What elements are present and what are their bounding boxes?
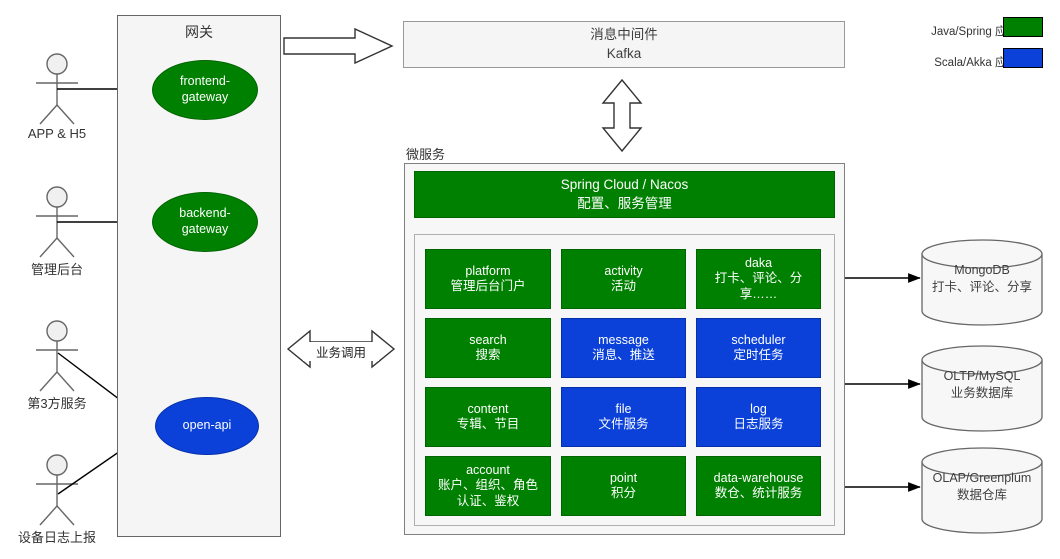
service-account-line3: 认证、鉴权 [456, 493, 520, 508]
spring-cloud-nacos-line2: 配置、服务管理 [577, 195, 672, 211]
service-activity[interactable]: activity 活动 [561, 249, 686, 309]
service-file[interactable]: file 文件服务 [561, 387, 686, 447]
spring-cloud-nacos-line1: Spring Cloud / Nacos [560, 177, 689, 193]
legend-swatch-blue [1003, 48, 1043, 68]
service-activity-line2: 活动 [610, 279, 636, 293]
service-search-line1: search [469, 332, 507, 347]
service-log-line1: log [750, 401, 767, 416]
service-message[interactable]: message 消息、推送 [561, 318, 686, 378]
service-search[interactable]: search 搜索 [425, 318, 551, 378]
service-log-line2: 日志服务 [733, 417, 784, 431]
kafka-line2: Kafka [606, 45, 642, 61]
service-daka-line3: 享…… [739, 286, 778, 301]
legend-swatch-green [1003, 17, 1043, 37]
actor-label-admin: 管理后台 [30, 262, 83, 277]
node-frontend-gateway[interactable]: frontend- gateway [152, 60, 258, 120]
datastore-greenplum-line2: 数据仓库 [956, 487, 1007, 502]
service-point-line1: point [609, 470, 638, 485]
service-data-warehouse-line2: 数仓、统计服务 [714, 486, 803, 500]
gateway-title: 网关 [185, 24, 213, 40]
service-platform-line2: 管理后台门户 [450, 279, 526, 293]
actor-label-app-h5: APP & H5 [27, 126, 87, 141]
service-platform-line1: platform [465, 263, 511, 278]
service-file-line2: 文件服务 [598, 417, 649, 431]
service-point-line2: 积分 [610, 486, 636, 500]
node-backend-gateway-line1: backend- [179, 206, 231, 221]
datastore-greenplum-line1: OLAP/Greenplum [932, 471, 1032, 485]
kafka-box: 消息中间件 Kafka [403, 21, 845, 68]
service-data-warehouse[interactable]: data-warehouse 数仓、统计服务 [696, 456, 821, 516]
node-open-api[interactable]: open-api [155, 397, 259, 455]
datastore-mongodb-label: MongoDB 打卡、评论、分享 [922, 262, 1042, 296]
actor-device-log-icon [36, 454, 78, 526]
service-scheduler-line1: scheduler [731, 332, 786, 347]
service-message-line2: 消息、推送 [592, 348, 655, 362]
service-daka-line1: daka [744, 256, 773, 271]
service-content-line2: 专辑、节目 [456, 417, 520, 431]
service-platform[interactable]: platform 管理后台门户 [425, 249, 551, 309]
actor-label-device-log: 设备日志上报 [17, 530, 96, 545]
label-business-call: 业务调用 [303, 342, 379, 361]
service-content[interactable]: content 专辑、节目 [425, 387, 551, 447]
service-account-line1: account [466, 463, 510, 478]
microservices-title: 微服务 [406, 147, 446, 162]
service-data-warehouse-line1: data-warehouse [713, 470, 804, 485]
service-account[interactable]: account 账户、组织、角色 认证、鉴权 [425, 456, 551, 516]
service-scheduler-line2: 定时任务 [733, 348, 784, 362]
actor-third-party-icon [36, 320, 78, 392]
node-frontend-gateway-line2: gateway [181, 90, 229, 104]
node-open-api-line1: open-api [182, 418, 232, 433]
datastore-mongodb-line2: 打卡、评论、分享 [931, 279, 1032, 294]
service-content-line1: content [467, 401, 509, 416]
service-daka-line2: 打卡、评论、分 [714, 271, 803, 286]
datastore-mysql-line2: 业务数据库 [950, 385, 1014, 400]
datastore-mysql-label: OLTP/MySQL 业务数据库 [922, 368, 1042, 402]
spring-cloud-nacos-banner: Spring Cloud / Nacos 配置、服务管理 [414, 171, 835, 218]
arrow-gateway-to-kafka [283, 27, 394, 65]
actor-label-third-party: 第3方服务 [27, 396, 87, 411]
datastore-mongodb-line1: MongoDB [954, 263, 1010, 277]
node-backend-gateway-line2: gateway [181, 222, 229, 236]
service-activity-line1: activity [604, 263, 643, 278]
datastore-mysql-line1: OLTP/MySQL [943, 369, 1021, 383]
service-log[interactable]: log 日志服务 [696, 387, 821, 447]
node-backend-gateway[interactable]: backend- gateway [152, 192, 258, 252]
node-frontend-gateway-line1: frontend- [179, 74, 231, 89]
service-account-line2: 账户、组织、角色 [437, 478, 538, 493]
datastore-greenplum-label: OLAP/Greenplum 数据仓库 [918, 470, 1046, 504]
service-daka[interactable]: daka 打卡、评论、分 享…… [696, 249, 821, 309]
kafka-line1: 消息中间件 [590, 27, 658, 43]
service-message-line1: message [598, 332, 649, 347]
service-file-line1: file [615, 401, 632, 416]
service-scheduler[interactable]: scheduler 定时任务 [696, 318, 821, 378]
arrow-kafka-microservices-bidirectional [601, 78, 643, 153]
service-point[interactable]: point 积分 [561, 456, 686, 516]
service-search-line2: 搜索 [475, 348, 501, 362]
architecture-diagram: Java/Spring 应用 Scala/Akka 应用 APP & H5 管理… [0, 0, 1060, 559]
